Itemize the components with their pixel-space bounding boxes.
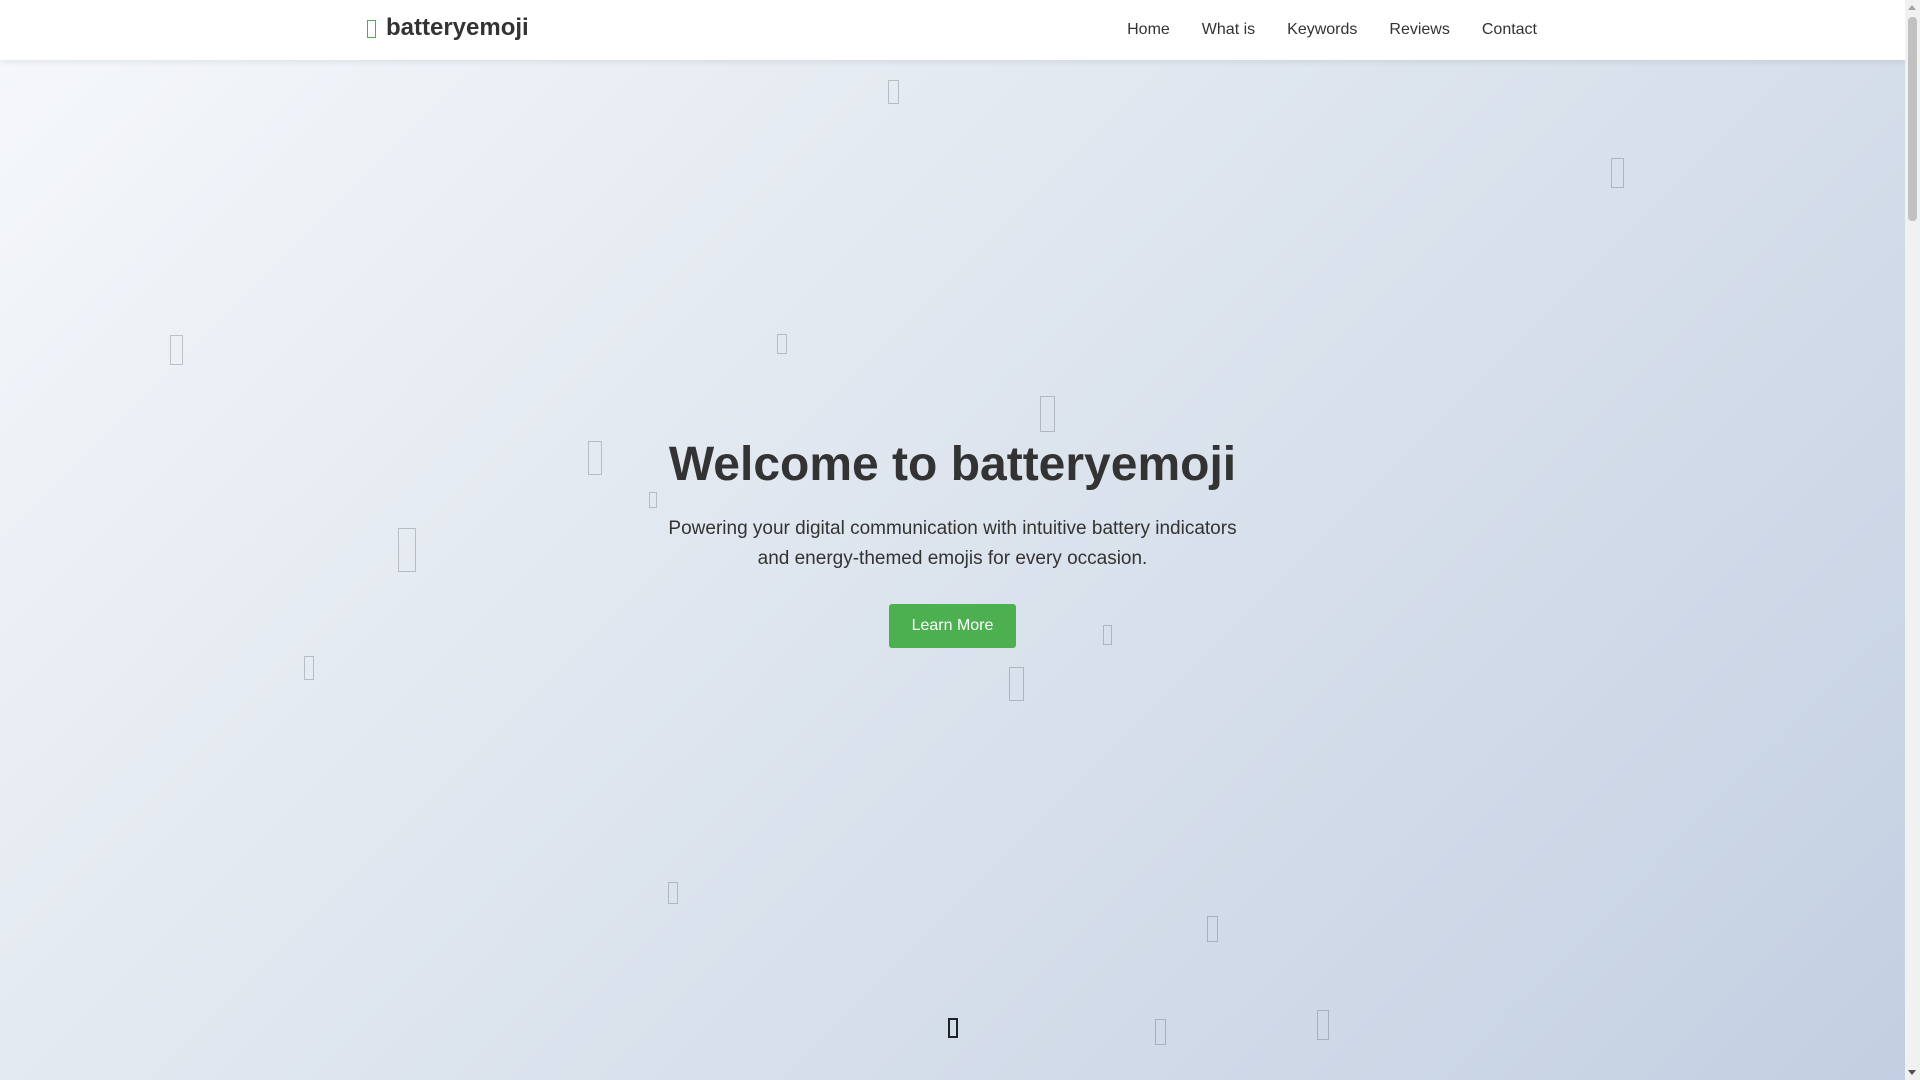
site-header: batteryemoji Home What is Keywords Revie…: [0, 0, 1905, 60]
hero-title: Welcome to batteryemoji: [668, 438, 1237, 491]
scroll-down-arrow-icon[interactable]: [1908, 1070, 1916, 1075]
floating-battery-icon: [1040, 396, 1055, 432]
nav-reviews[interactable]: Reviews: [1389, 21, 1449, 39]
hero-content: Welcome to batteryemoji Powering your di…: [0, 436, 1905, 649]
floating-battery-icon: [888, 80, 899, 104]
floating-battery-icon: [1155, 1019, 1166, 1045]
floating-battery-icon: [668, 882, 678, 904]
floating-battery-icon: [1611, 158, 1624, 188]
scrollbar-thumb[interactable]: [1908, 17, 1917, 221]
nav-contact[interactable]: Contact: [1482, 21, 1537, 39]
floating-battery-icon: [304, 656, 314, 680]
scroll-down-battery-icon[interactable]: [948, 1018, 958, 1038]
nav-what-is[interactable]: What is: [1202, 21, 1255, 39]
learn-more-button[interactable]: Learn More: [888, 604, 1017, 649]
floating-battery-icon: [1207, 916, 1218, 942]
logo-text: batteryemoji: [386, 14, 529, 41]
main-nav: Home What is Keywords Reviews Contact: [1127, 0, 1537, 60]
scroll-up-arrow-icon[interactable]: [1908, 5, 1916, 10]
page: batteryemoji Home What is Keywords Revie…: [0, 0, 1905, 1080]
vertical-scrollbar[interactable]: [1905, 0, 1920, 1080]
floating-battery-icon: [170, 335, 183, 365]
floating-battery-icon: [1317, 1010, 1329, 1040]
logo-link[interactable]: batteryemoji: [367, 14, 529, 42]
nav-keywords[interactable]: Keywords: [1287, 21, 1357, 39]
hero-subtitle: Powering your digital communication with…: [668, 517, 1237, 569]
floating-battery-icon: [1009, 667, 1024, 701]
nav-home[interactable]: Home: [1127, 21, 1170, 39]
battery-icon: [367, 20, 376, 38]
floating-battery-icon: [777, 334, 787, 354]
hero-section: Welcome to batteryemoji Powering your di…: [0, 60, 1905, 1080]
